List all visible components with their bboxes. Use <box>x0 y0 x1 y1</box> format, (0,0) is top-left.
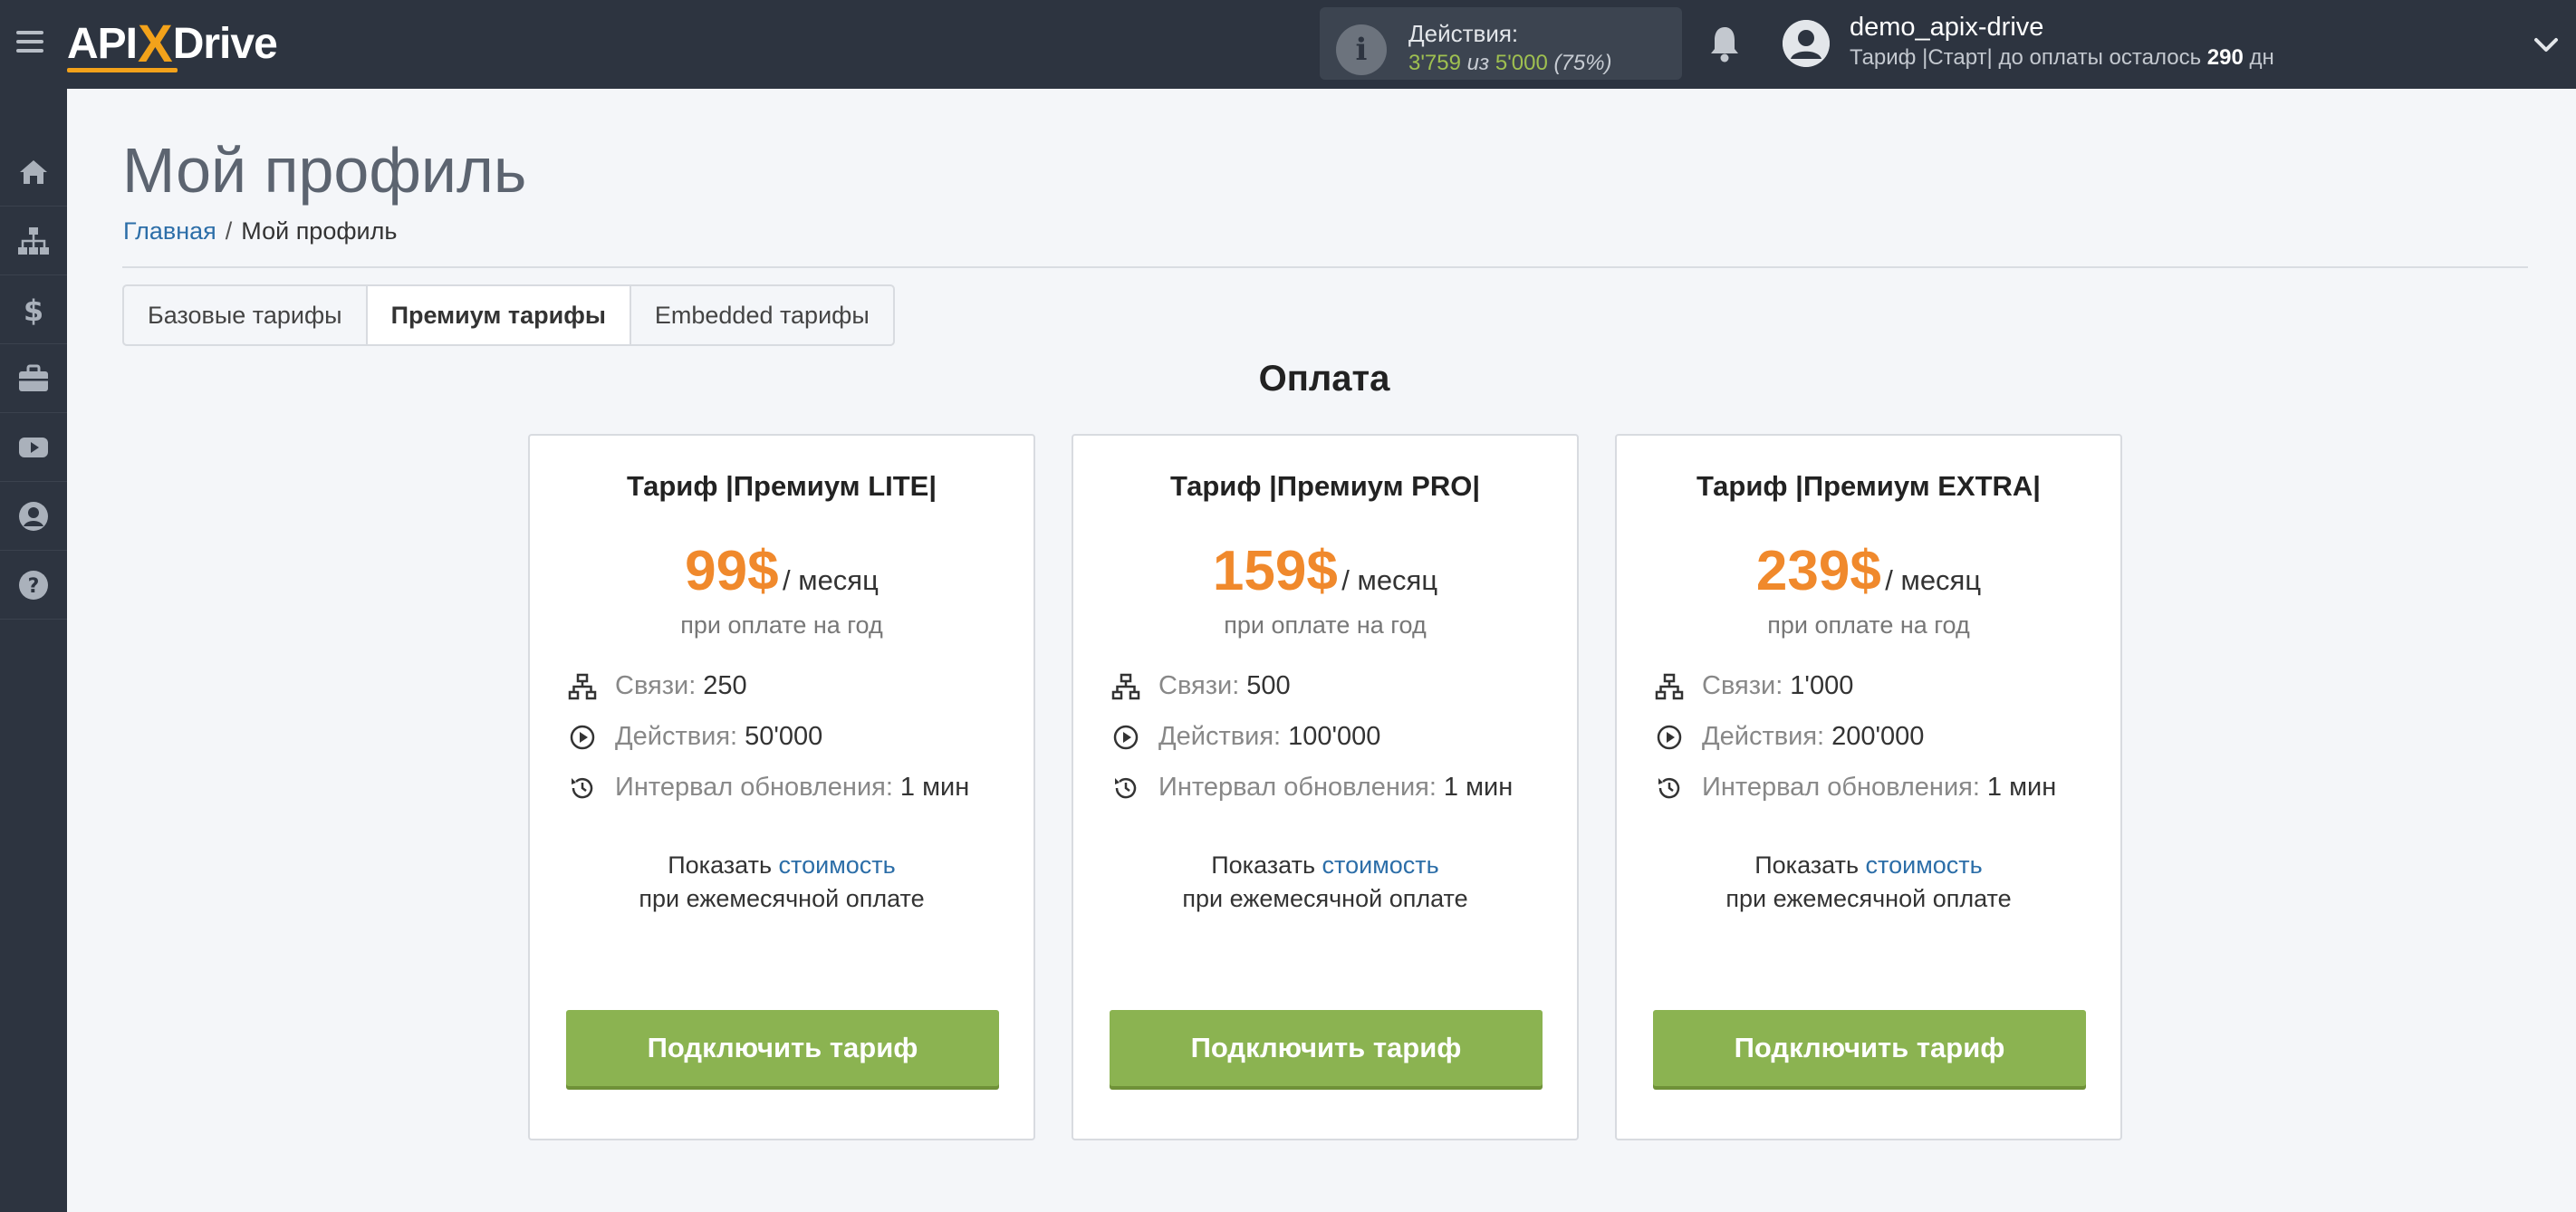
help-icon: ? <box>19 570 48 600</box>
breadcrumb-home-link[interactable]: Главная <box>123 217 216 245</box>
feature-actions: Действия: 100'000 <box>1111 722 1380 752</box>
info-icon: i <box>1336 24 1387 75</box>
plan-title: Тариф |Премиум EXTRA| <box>1697 470 2041 502</box>
connect-plan-button[interactable]: Подключить тариф <box>566 1010 999 1086</box>
show-cost-link[interactable]: стоимость <box>1866 851 1983 879</box>
feature-links: Связи: 500 <box>1111 671 1291 701</box>
show-cost-link[interactable]: стоимость <box>1322 851 1439 879</box>
monthly-price-toggle: Показать стоимость при ежемесячной оплат… <box>1725 851 2012 912</box>
actions-count: 3'759 из 5'000 (75%) <box>1408 51 1612 75</box>
plan-card-pro: Тариф |Премиум PRO| 159$ / месяц при опл… <box>1072 434 1579 1140</box>
sidebar-item-video[interactable] <box>0 413 67 482</box>
tab-premium-plans[interactable]: Премиум тарифы <box>367 286 631 344</box>
plan-card-extra: Тариф |Премиум EXTRA| 239$ / месяц при о… <box>1615 434 2122 1140</box>
bell-icon[interactable] <box>1706 24 1743 63</box>
feature-actions: Действия: 50'000 <box>568 722 822 752</box>
plan-period: / месяц <box>783 564 879 596</box>
plan-period: / месяц <box>1885 564 1982 596</box>
tab-basic-plans[interactable]: Базовые тарифы <box>124 286 368 344</box>
connect-plan-button[interactable]: Подключить тариф <box>1653 1010 2086 1086</box>
sitemap-icon <box>1655 673 1684 699</box>
feature-links: Связи: 1'000 <box>1655 671 1853 701</box>
play-circle-icon <box>1113 725 1139 749</box>
monthly-price-toggle: Показать стоимость при ежемесячной оплат… <box>1182 851 1468 912</box>
divider <box>122 266 2528 268</box>
sidebar-item-help[interactable]: ? <box>0 551 67 620</box>
avatar[interactable] <box>1783 20 1830 67</box>
feature-interval: Интервал обновления: 1 мин <box>1111 773 1513 803</box>
plan-price: 159$ <box>1212 540 1338 602</box>
history-icon <box>1115 777 1137 798</box>
plan-price: 239$ <box>1755 540 1881 602</box>
sidebar-item-billing[interactable]: $ <box>0 275 67 344</box>
user-plan-status: Тариф |Старт| до оплаты осталось 290 дн <box>1850 45 2274 70</box>
youtube-icon <box>19 437 48 457</box>
history-icon <box>572 777 593 798</box>
plan-yearly-note: при оплате на год <box>1224 611 1427 639</box>
top-bar: API X Drive i Действия: 3'759 из 5'000 (75… <box>0 0 2576 89</box>
plan-title: Тариф |Премиум PRO| <box>1169 470 1481 502</box>
user-icon <box>1783 20 1830 67</box>
actions-title: Действия: <box>1408 20 1519 47</box>
svg-text:$: $ <box>24 293 43 327</box>
play-circle-icon <box>1657 725 1682 749</box>
plan-title: Тариф |Премиум LITE| <box>626 470 937 502</box>
svg-text:?: ? <box>28 575 40 598</box>
sidebar: $ ? <box>0 89 67 1212</box>
home-icon <box>20 159 47 184</box>
plan-tabs: Базовые тарифы Премиум тарифы Embedded т… <box>122 284 895 346</box>
breadcrumb: Главная / Мой профиль <box>123 217 398 245</box>
connect-plan-button[interactable]: Подключить тариф <box>1110 1010 1543 1086</box>
sidebar-item-home[interactable] <box>0 138 67 207</box>
tab-embedded-plans[interactable]: Embedded тарифы <box>631 286 893 344</box>
plan-yearly-note: при оплате на год <box>1767 611 1970 639</box>
plan-price: 99$ <box>685 540 779 602</box>
feature-interval: Интервал обновления: 1 мин <box>1655 773 2056 803</box>
plan-period: / месяц <box>1341 564 1438 596</box>
sitemap-icon <box>18 226 49 255</box>
sitemap-icon <box>568 673 597 699</box>
sidebar-item-connections[interactable] <box>0 207 67 275</box>
chevron-down-icon[interactable] <box>2533 31 2560 58</box>
feature-actions: Действия: 200'000 <box>1655 722 1924 752</box>
show-cost-link[interactable]: стоимость <box>779 851 896 879</box>
sidebar-item-profile[interactable] <box>0 482 67 551</box>
play-circle-icon <box>570 725 595 749</box>
logo[interactable]: API X Drive <box>67 14 278 73</box>
plan-yearly-note: при оплате на год <box>680 611 883 639</box>
user-name[interactable]: demo_apix-drive <box>1850 13 2043 43</box>
feature-links: Связи: 250 <box>568 671 747 701</box>
feature-interval: Интервал обновления: 1 мин <box>568 773 969 803</box>
history-icon <box>1658 777 1680 798</box>
dollar-icon: $ <box>24 293 43 327</box>
actions-counter[interactable]: i Действия: 3'759 из 5'000 (75%) <box>1320 7 1682 80</box>
menu-icon[interactable] <box>16 28 43 55</box>
user-circle-icon <box>19 501 48 531</box>
plan-card-lite: Тариф |Премиум LITE| 99$ / месяц при опл… <box>528 434 1035 1140</box>
page-title: Мой профиль <box>122 135 527 206</box>
sitemap-icon <box>1111 673 1140 699</box>
monthly-price-toggle: Показать стоимость при ежемесячной оплат… <box>639 851 925 912</box>
breadcrumb-current: Мой профиль <box>241 217 398 245</box>
section-title: Оплата <box>1258 359 1390 399</box>
